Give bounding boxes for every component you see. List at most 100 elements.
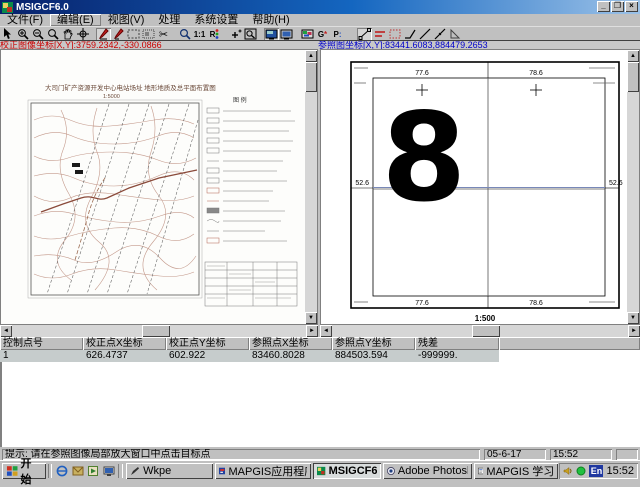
cell-correct-x[interactable]: 626.4737 xyxy=(83,350,166,362)
scroll-left-icon[interactable]: ◄ xyxy=(320,325,332,337)
screen-save-icon[interactable] xyxy=(279,28,294,41)
col-header-ref-x[interactable]: 参照点X坐标 xyxy=(249,337,332,350)
col-header-correct-x[interactable]: 校正点X坐标 xyxy=(83,337,166,350)
red-dashed-rect-icon[interactable] xyxy=(387,28,402,41)
cell-correct-y[interactable]: 602.922 xyxy=(166,350,249,362)
line-edit-icon[interactable] xyxy=(357,28,372,41)
cell-ref-x[interactable]: 83460.8028 xyxy=(249,350,332,362)
menu-system-settings[interactable]: 系统设置 xyxy=(187,14,245,26)
window-title: MSIGCF6.0 xyxy=(16,2,69,13)
zoom-blue-icon[interactable] xyxy=(177,28,192,41)
menu-help[interactable]: 帮助(H) xyxy=(245,14,296,26)
red-hlines-icon[interactable] xyxy=(372,28,387,41)
menu-edit[interactable]: 编辑(E) xyxy=(50,14,101,26)
task-wkpe[interactable]: Wkpe xyxy=(126,463,213,479)
right-horizontal-scrollbar[interactable]: ◄ ► xyxy=(320,325,640,337)
close-button[interactable]: × xyxy=(625,1,638,12)
status-date: 05-6-17 xyxy=(484,449,546,460)
task-mapgis-notes[interactable]: MAPGIS 学习笔记 -... xyxy=(474,463,559,479)
scroll-up-icon[interactable]: ▲ xyxy=(627,50,639,62)
left-hscroll-thumb[interactable] xyxy=(142,325,170,337)
task-mapgis-main-menu[interactable]: MAPGIS应用程序主菜单 xyxy=(215,463,311,479)
reference-image-panel[interactable]: 77.6 78.6 52.6 52.6 77.6 78.6 8 1:500 ▲ … xyxy=(320,49,640,325)
add-point-icon[interactable] xyxy=(228,28,243,41)
scanned-map: 大司门矿产资源开发中心电站场址 地形地质及总平面布置图 1:5000 xyxy=(1,50,305,324)
angle-line-icon[interactable] xyxy=(402,28,417,41)
task-msigcf[interactable]: MSIGCF6.0 xyxy=(313,463,381,479)
col-header-residual[interactable]: 残差 xyxy=(415,337,499,350)
quicklaunch-show-desktop-icon[interactable] xyxy=(102,464,115,478)
red-pen-2-icon[interactable] xyxy=(111,28,126,41)
quicklaunch-ie-icon[interactable] xyxy=(55,464,68,478)
rgb-r-icon[interactable]: R xyxy=(207,28,222,41)
left-horizontal-scrollbar[interactable]: ◄ ► xyxy=(0,325,318,337)
scroll-down-icon[interactable]: ▼ xyxy=(305,312,317,324)
screen-blue-icon[interactable] xyxy=(264,28,279,41)
g-star-icon[interactable]: G* xyxy=(315,28,330,41)
col-header-correct-y[interactable]: 校正点Y坐标 xyxy=(166,337,249,350)
p-colon-icon[interactable]: P: xyxy=(330,28,345,41)
scroll-right-icon[interactable]: ► xyxy=(628,325,640,337)
right-vertical-scrollbar[interactable]: ▲ ▼ xyxy=(627,50,639,324)
scroll-down-icon[interactable]: ▼ xyxy=(627,312,639,324)
tick-left: 52.6 xyxy=(355,180,369,187)
reference-sheet: 77.6 78.6 52.6 52.6 77.6 78.6 8 1:500 xyxy=(321,50,627,324)
zoom-window-icon[interactable] xyxy=(243,28,258,41)
right-hscroll-thumb[interactable] xyxy=(472,325,500,337)
menu-process[interactable]: 处理 xyxy=(151,14,187,26)
tick-bottom-2: 78.6 xyxy=(529,300,543,307)
left-vscroll-thumb[interactable] xyxy=(305,62,317,92)
correct-image-panel[interactable]: 大司门矿产资源开发中心电站场址 地形地质及总平面布置图 1:5000 xyxy=(0,49,318,325)
zoom-out-icon[interactable] xyxy=(30,28,45,41)
col-header-point-id[interactable]: 控制点号 xyxy=(0,337,83,350)
left-vertical-scrollbar[interactable]: ▲ ▼ xyxy=(305,50,317,324)
red-pen-1-icon[interactable] xyxy=(96,28,111,41)
quicklaunch-outlook-icon[interactable] xyxy=(71,464,84,478)
tick-top-1: 77.6 xyxy=(415,70,429,77)
taskbar: 开始 Wkpe MAPGIS应用程序主菜单 MSIGCF6.0 Adobe Ph… xyxy=(0,460,640,481)
control-point-marker[interactable] xyxy=(72,163,80,167)
start-button[interactable]: 开始 xyxy=(2,463,46,479)
diag-line-1-icon[interactable] xyxy=(417,28,432,41)
scissors-icon[interactable]: ✂ xyxy=(156,28,171,41)
menu-file[interactable]: 文件(F) xyxy=(0,14,50,26)
title-bar[interactable]: MSIGCF6.0 _ ❐ × xyxy=(0,0,640,14)
toolbar: ✂ 1:1 R G* P: xyxy=(0,26,640,41)
minimize-button[interactable]: _ xyxy=(597,1,610,12)
status-time: 15:52 xyxy=(550,449,612,460)
start-label: 开始 xyxy=(20,455,41,487)
select-cursor-icon[interactable] xyxy=(0,28,15,41)
green-status-icon[interactable] xyxy=(576,466,586,476)
right-vscroll-thumb[interactable] xyxy=(627,62,639,92)
cell-ref-y[interactable]: 884503.594 xyxy=(332,350,415,362)
control-point-marker-2[interactable] xyxy=(75,170,83,174)
zoom-in-icon[interactable] xyxy=(15,28,30,41)
cell-residual[interactable]: -999999. xyxy=(415,350,499,362)
dashed-rect-icon[interactable] xyxy=(126,28,141,41)
zoom-icon[interactable] xyxy=(45,28,60,41)
scroll-up-icon[interactable]: ▲ xyxy=(305,50,317,62)
screen-color-icon[interactable] xyxy=(300,28,315,41)
input-language-indicator[interactable]: En xyxy=(589,465,603,477)
table-row[interactable]: 1 626.4737 602.922 83460.8028 884503.594… xyxy=(0,350,640,362)
map-title: 大司门矿产资源开发中心电站场址 地形地质及总平面布置图 xyxy=(45,83,216,92)
col-header-ref-y[interactable]: 参照点Y坐标 xyxy=(332,337,415,350)
one-to-one-icon[interactable]: 1:1 xyxy=(192,28,207,41)
scroll-right-icon[interactable]: ► xyxy=(306,325,318,337)
speaker-icon[interactable] xyxy=(563,466,573,476)
menu-view[interactable]: 视图(V) xyxy=(101,14,152,26)
col-header-empty xyxy=(499,337,640,350)
diag-line-2-icon[interactable] xyxy=(432,28,447,41)
scroll-left-icon[interactable]: ◄ xyxy=(0,325,12,337)
status-bar: 提示: 请在参照图像局部放大窗口中点击目标点 05-6-17 15:52 xyxy=(0,447,640,460)
diag-triangle-icon[interactable] xyxy=(447,28,462,41)
clock[interactable]: 15:52 xyxy=(606,465,634,477)
quicklaunch-media-icon[interactable] xyxy=(86,464,99,478)
map-scale: 1:5000 xyxy=(103,94,120,100)
pan-hand-icon[interactable] xyxy=(60,28,75,41)
cell-point-id[interactable]: 1 xyxy=(0,350,83,362)
crosshair-icon[interactable] xyxy=(75,28,90,41)
task-photoshop[interactable]: Adobe Photoshop xyxy=(383,463,472,479)
dashed-rect-2-icon[interactable] xyxy=(141,28,156,41)
restore-button[interactable]: ❐ xyxy=(611,1,624,12)
